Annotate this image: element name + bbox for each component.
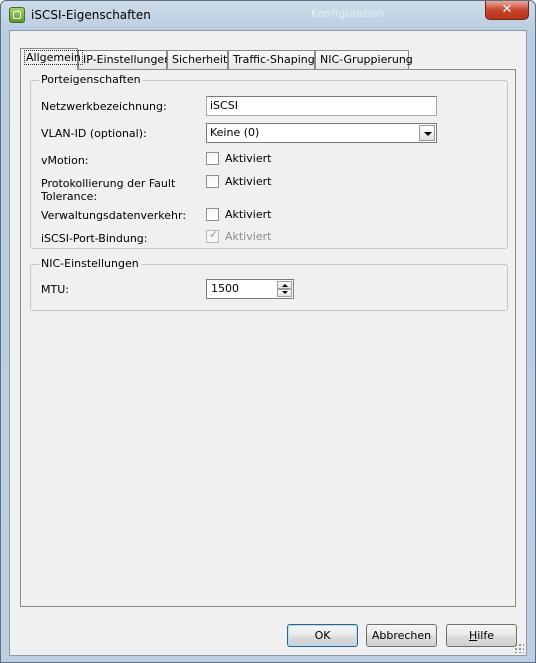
vmotion-checkbox[interactable]: [206, 152, 219, 165]
checkmark-icon: ✓: [209, 228, 219, 241]
tab-label: NIC-Gruppierung: [320, 53, 413, 66]
mtu-label: MTU:: [41, 283, 69, 296]
network-label-label: Netzwerkbezeichnung:: [41, 100, 167, 113]
resize-grip-icon[interactable]: [514, 643, 524, 653]
tab-label: Sicherheit: [172, 53, 228, 66]
spin-down-icon[interactable]: [277, 289, 292, 297]
cancel-button[interactable]: Abbrechen: [366, 624, 437, 647]
management-traffic-checkbox[interactable]: [206, 208, 219, 221]
network-label-input[interactable]: iSCSI: [206, 96, 437, 116]
vlan-id-select[interactable]: Keine (0): [206, 123, 437, 143]
ok-button[interactable]: OK: [287, 624, 358, 647]
fault-tolerance-checkbox-label[interactable]: Aktiviert: [225, 175, 271, 188]
tab-nic-gruppierung[interactable]: NIC-Gruppierung: [315, 50, 413, 69]
tab-panel-allgemein: Porteigenschaften Netzwerkbezeichnung: i…: [20, 69, 516, 607]
iscsi-port-binding-checkbox: ✓: [206, 228, 219, 243]
help-button[interactable]: Hilfe: [446, 624, 517, 647]
tab-label: Traffic-Shaping: [233, 53, 315, 66]
vmotion-label: vMotion:: [41, 154, 89, 167]
chevron-down-icon[interactable]: [419, 125, 435, 141]
mtu-value[interactable]: 1500: [211, 282, 239, 295]
nic-settings-legend: NIC-Einstellungen: [39, 257, 141, 270]
management-traffic-checkbox-label[interactable]: Aktiviert: [225, 208, 271, 221]
vlan-id-value: Keine (0): [210, 126, 260, 139]
mtu-spinner[interactable]: 1500: [206, 279, 294, 299]
iscsi-port-binding-label: iSCSI-Port-Bindung:: [41, 232, 148, 245]
title-bar[interactable]: iSCSI-Eigenschaften Konfiguration ✕: [1, 1, 535, 29]
window-title: iSCSI-Eigenschaften: [31, 8, 151, 22]
tab-label: IP-Einstellungen: [83, 53, 172, 66]
vlan-id-label: VLAN-ID (optional):: [41, 127, 147, 140]
close-icon: ✕: [501, 2, 513, 17]
mtu-spin-buttons: [277, 281, 292, 297]
tab-label: Allgemein: [24, 50, 83, 65]
dialog-window: iSCSI-Eigenschaften Konfiguration ✕ Allg…: [0, 0, 536, 663]
fault-tolerance-checkbox[interactable]: [206, 175, 219, 188]
vmotion-checkbox-label[interactable]: Aktiviert: [225, 152, 271, 165]
fault-tolerance-label: Protokollierung der Fault Tolerance:: [41, 177, 176, 203]
iscsi-port-binding-checkbox-label: Aktiviert: [225, 230, 272, 243]
tab-sicherheit[interactable]: Sicherheit: [167, 50, 228, 69]
dialog-client-area: Allgemein IP-Einstellungen Sicherheit Tr…: [9, 30, 527, 656]
port-properties-legend: Porteigenschaften: [39, 73, 143, 86]
close-button[interactable]: ✕: [485, 1, 529, 20]
management-traffic-label: Verwaltungsdatenverkehr:: [41, 209, 187, 222]
nic-settings-group: NIC-Einstellungen MTU: 1500: [30, 257, 508, 311]
spin-up-icon[interactable]: [277, 281, 292, 289]
tab-allgemein[interactable]: Allgemein: [20, 48, 83, 70]
tab-traffic-shaping[interactable]: Traffic-Shaping: [228, 50, 315, 69]
vsphere-app-icon: [9, 7, 25, 23]
port-properties-group: Porteigenschaften Netzwerkbezeichnung: i…: [30, 73, 508, 249]
background-window-title: Konfiguration: [311, 7, 385, 20]
tab-ip-einstellungen[interactable]: IP-Einstellungen: [78, 50, 171, 69]
